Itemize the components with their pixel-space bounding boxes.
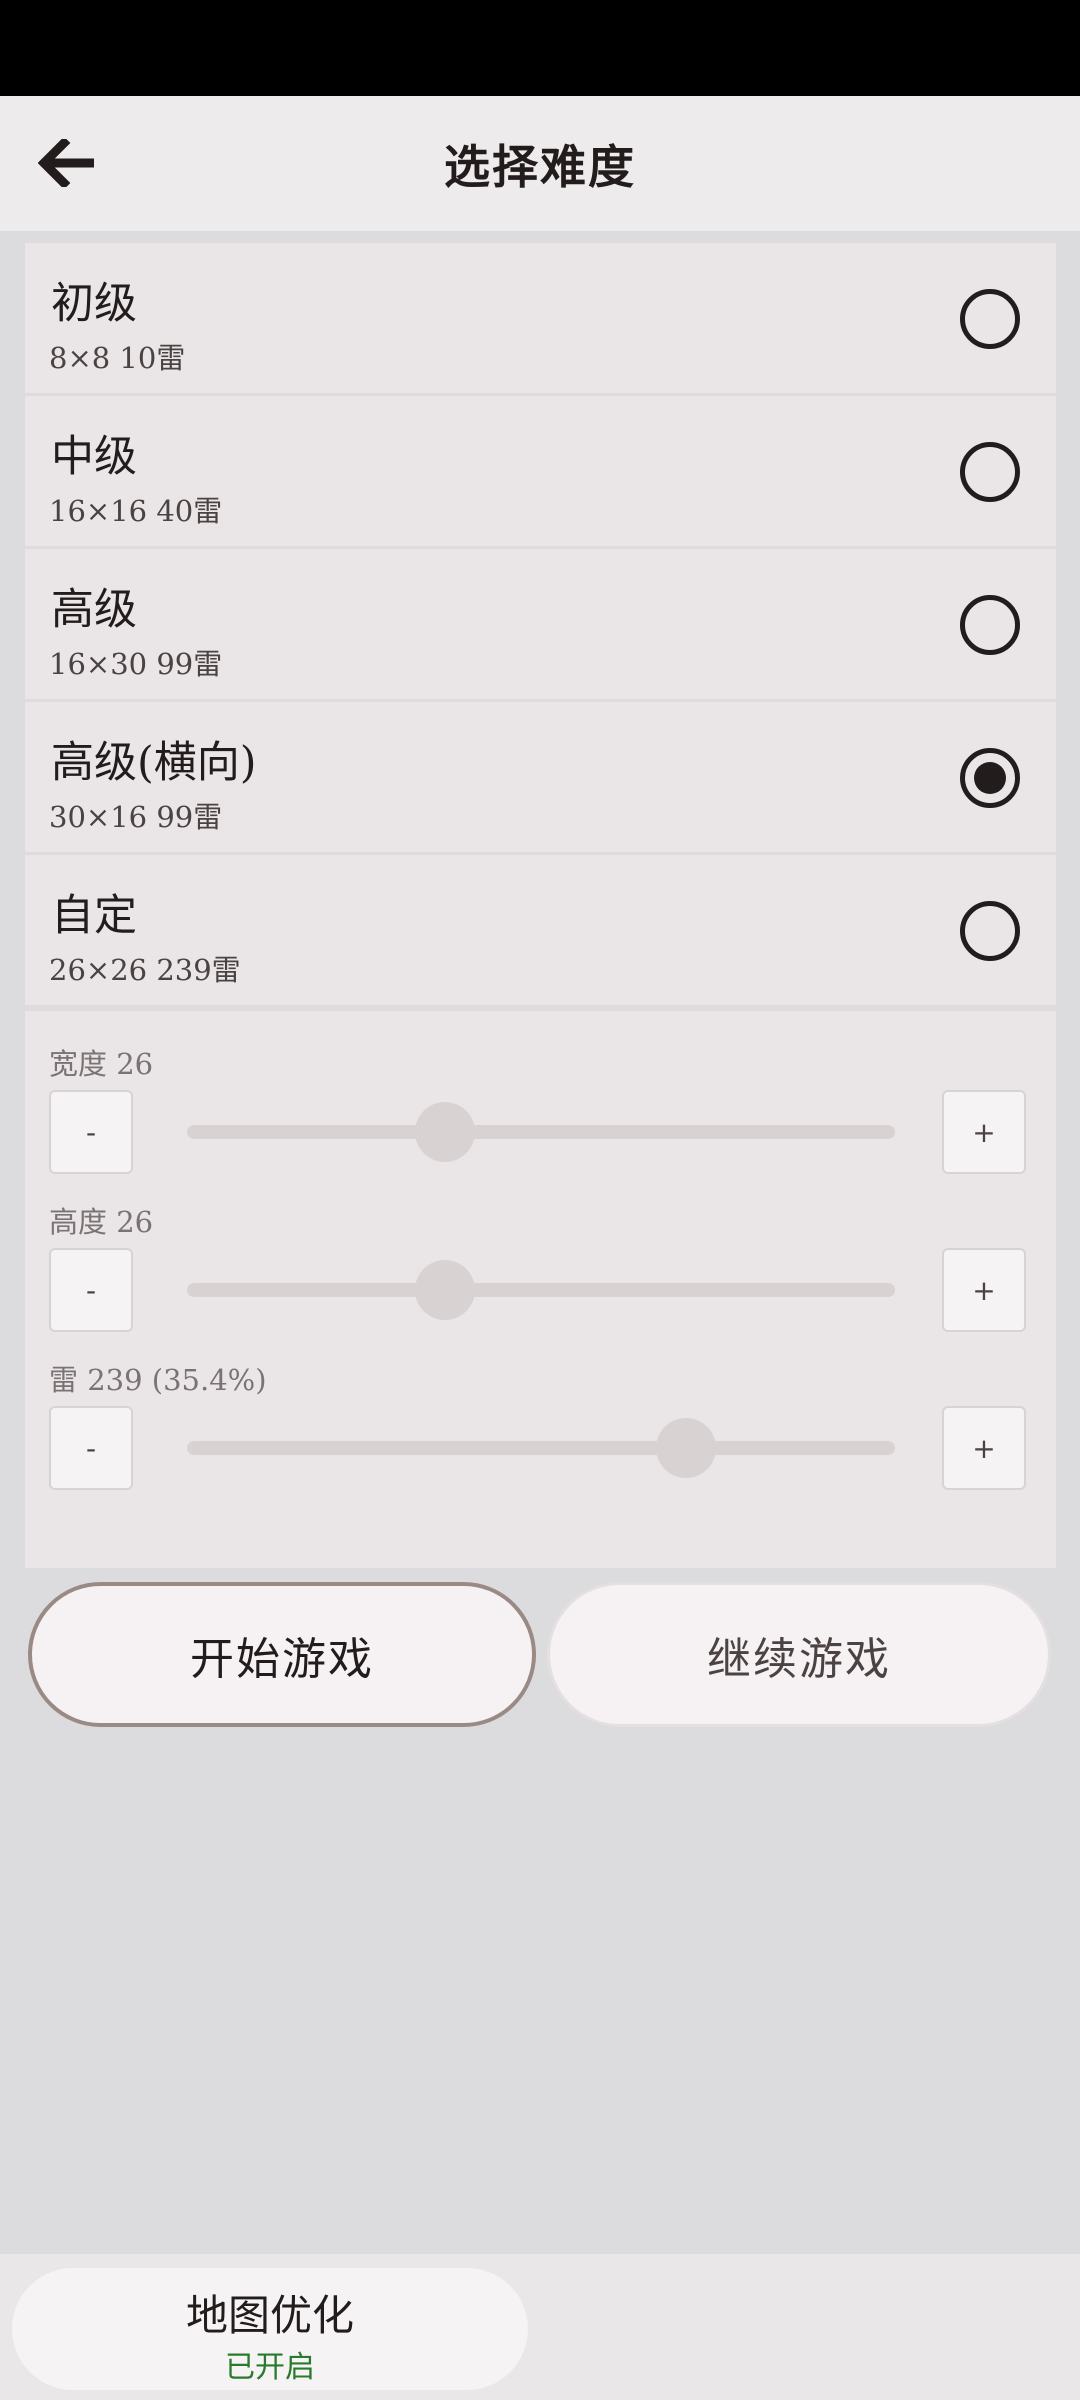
height-slider[interactable]	[187, 1260, 895, 1320]
radio-dot	[974, 762, 1006, 794]
height-increase-button[interactable]: +	[942, 1248, 1026, 1332]
option-title: 自定	[51, 891, 137, 941]
width-slider[interactable]	[187, 1102, 895, 1162]
option-title: 高级	[51, 585, 137, 635]
map-optimization-title: 地图优化	[185, 2291, 354, 2340]
mines-label: 雷 239 (35.4%)	[49, 1363, 267, 1397]
difficulty-option-intermediate[interactable]: 中级 16×16 40雷	[25, 396, 1056, 546]
height-label: 高度 26	[49, 1205, 154, 1239]
arrow-left-icon	[38, 139, 94, 187]
option-detail: 26×26 239雷	[49, 953, 241, 987]
height-slider-thumb[interactable]	[415, 1260, 476, 1320]
radio-button[interactable]	[960, 442, 1020, 502]
back-button[interactable]	[32, 130, 104, 196]
option-detail: 16×30 99雷	[49, 647, 223, 681]
option-title: 高级(横向)	[51, 738, 257, 788]
width-label: 宽度 26	[49, 1047, 154, 1081]
mines-slider-thumb[interactable]	[656, 1418, 717, 1478]
difficulty-option-expert[interactable]: 高级 16×30 99雷	[25, 549, 1056, 699]
app-bar: 选择难度	[0, 96, 1080, 231]
difficulty-option-beginner[interactable]: 初级 8×8 10雷	[25, 243, 1056, 393]
map-optimization-button[interactable]: 地图优化 已开启	[12, 2268, 528, 2390]
difficulty-option-custom[interactable]: 自定 26×26 239雷	[25, 855, 1056, 1005]
radio-button-selected[interactable]	[960, 748, 1020, 808]
difficulty-option-expert-landscape[interactable]: 高级(横向) 30×16 99雷	[25, 702, 1056, 852]
radio-button[interactable]	[960, 901, 1020, 961]
radio-button[interactable]	[960, 595, 1020, 655]
option-detail: 8×8 10雷	[49, 341, 186, 375]
mines-decrease-button[interactable]: -	[49, 1406, 133, 1490]
continue-game-button[interactable]: 继续游戏	[547, 1582, 1051, 1727]
option-detail: 30×16 99雷	[49, 800, 223, 834]
mines-slider[interactable]	[187, 1418, 895, 1478]
page-title: 选择难度	[444, 139, 636, 194]
radio-button[interactable]	[960, 289, 1020, 349]
option-detail: 16×16 40雷	[49, 494, 223, 528]
bottom-bar: 地图优化 已开启	[0, 2254, 1080, 2400]
option-title: 中级	[51, 432, 137, 482]
mines-increase-button[interactable]: +	[942, 1406, 1026, 1490]
width-slider-thumb[interactable]	[415, 1102, 476, 1162]
map-optimization-status: 已开启	[225, 2350, 315, 2385]
status-bar	[0, 0, 1080, 96]
difficulty-list: 初级 8×8 10雷 中级 16×16 40雷 高级 16×30 99雷 高级(…	[25, 243, 1056, 1008]
custom-settings-panel: 宽度 26 - + 高度 26 - + 雷 239 (35.4%) - +	[25, 1011, 1056, 1568]
width-increase-button[interactable]: +	[942, 1090, 1026, 1174]
option-title: 初级	[51, 279, 137, 329]
height-decrease-button[interactable]: -	[49, 1248, 133, 1332]
start-game-button[interactable]: 开始游戏	[28, 1582, 536, 1727]
width-decrease-button[interactable]: -	[49, 1090, 133, 1174]
